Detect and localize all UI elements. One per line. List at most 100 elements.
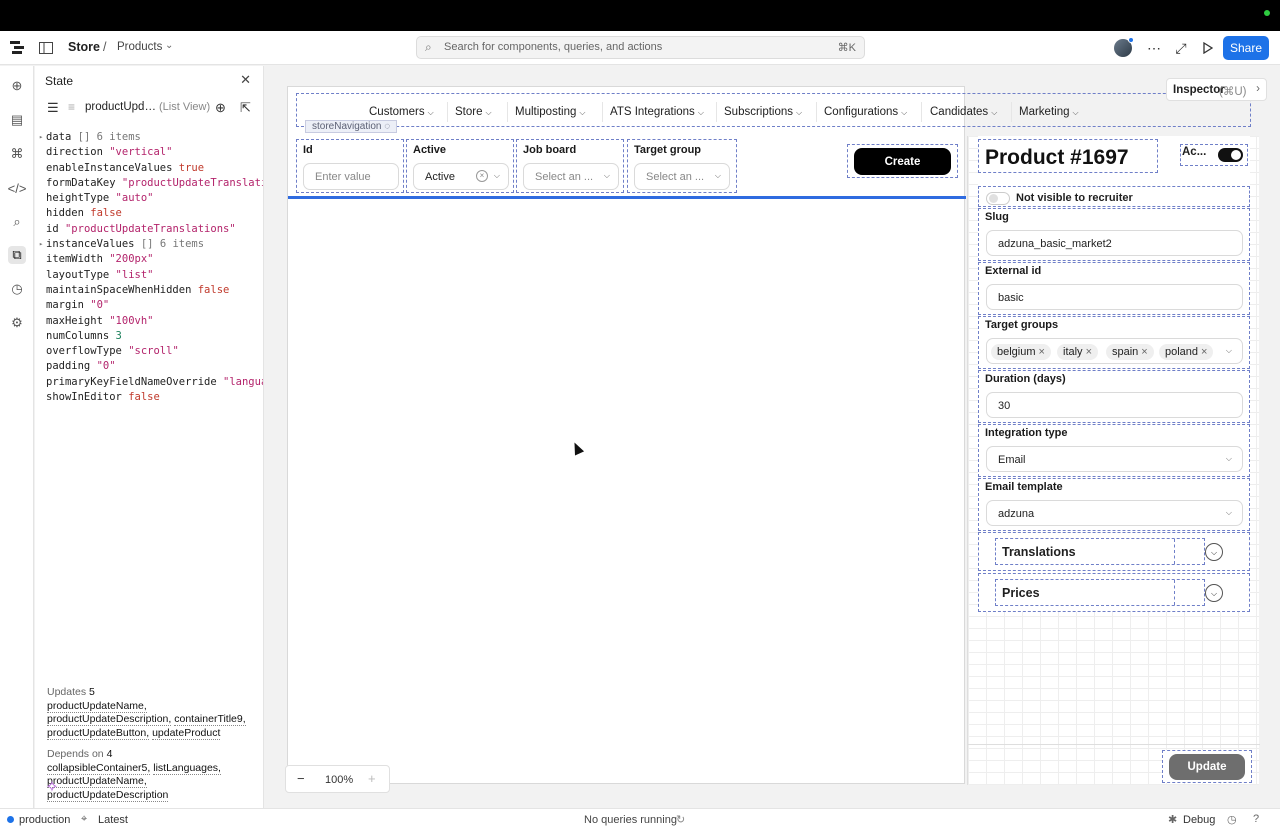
nav-item-candidates[interactable]: Candidates ⌵ <box>930 106 997 118</box>
assistant-icon[interactable]: ✧ <box>41 776 63 798</box>
update-link[interactable]: containerTitle9, <box>174 713 246 726</box>
selected-component[interactable]: productUpd… <box>85 101 156 113</box>
state-property-row[interactable]: formDataKey "productUpdateTranslation… <box>39 176 263 191</box>
tag-chip[interactable]: italy × <box>1057 344 1098 360</box>
state-icon[interactable]: ⧉ <box>8 246 26 264</box>
chevron-down-icon[interactable]: ⌵ <box>1205 543 1223 561</box>
zoom-in-button[interactable]: + <box>368 771 376 786</box>
state-property-row[interactable]: numColumns 3 <box>39 329 263 344</box>
remove-icon[interactable]: × <box>1039 346 1045 358</box>
chevron-down-icon[interactable]: ⌄ <box>165 40 173 51</box>
share-button[interactable]: Share <box>1223 36 1269 60</box>
update-link[interactable]: productUpdateDescription, <box>47 713 172 726</box>
remove-icon[interactable]: × <box>1141 346 1147 358</box>
state-property-row[interactable]: maintainSpaceWhenHidden false <box>39 283 263 298</box>
drag-handle-icon[interactable]: ≡ <box>68 100 75 114</box>
store-navigation[interactable]: Customers ⌵ Store ⌵ Multiposting ⌵ ATS Inte… <box>296 93 1251 133</box>
clear-icon[interactable]: × <box>476 170 488 182</box>
tag-chip[interactable]: spain × <box>1106 344 1154 360</box>
target-group-select[interactable]: Select an ... ⌵ <box>634 163 730 190</box>
id-input[interactable]: Enter value <box>303 163 399 190</box>
visibility-toggle[interactable] <box>986 192 1010 205</box>
remove-icon[interactable]: × <box>1201 346 1207 358</box>
state-property-row[interactable]: direction "vertical" <box>39 145 263 160</box>
help-icon[interactable]: ? <box>1253 813 1259 825</box>
prices-header[interactable]: Prices ⌵ <box>995 579 1223 606</box>
email-template-select[interactable]: adzuna ⌵ <box>986 500 1243 526</box>
expand-icon[interactable]: ⤢ <box>1172 39 1190 57</box>
dependency-link[interactable]: productUpdateDescription <box>47 788 169 802</box>
duration-input[interactable]: 30 <box>986 392 1243 418</box>
state-property-row[interactable]: id "productUpdateTranslations" <box>39 222 263 237</box>
environment-selector[interactable]: production <box>19 814 70 826</box>
state-property-row[interactable]: itemWidth "200px" <box>39 252 263 267</box>
state-property-row[interactable]: margin "0" <box>39 298 263 313</box>
update-button[interactable]: Update <box>1169 754 1245 780</box>
tree-icon[interactable]: ⌘ <box>8 145 26 163</box>
external-id-input[interactable]: basic <box>986 284 1243 310</box>
state-property-row[interactable]: ▸ data [] 6 items <box>39 130 263 145</box>
nav-item-ats-integrations[interactable]: ATS Integrations ⌵ <box>610 106 704 118</box>
search-icon[interactable]: ⌕ <box>8 213 26 231</box>
chevron-down-icon[interactable]: ⌵ <box>1205 584 1223 602</box>
update-link[interactable]: productUpdateName, <box>47 699 147 713</box>
pages-icon[interactable]: ▤ <box>8 111 26 129</box>
update-link[interactable]: productUpdateButton, <box>47 726 150 740</box>
play-icon[interactable] <box>1199 39 1217 57</box>
dependency-link[interactable]: listLanguages, <box>153 761 221 775</box>
state-property-row[interactable]: layoutType "list" <box>39 268 263 283</box>
gear-icon[interactable]: ⚙ <box>8 314 26 332</box>
add-icon[interactable]: ⊕ <box>8 77 26 95</box>
tag-chip[interactable]: poland × <box>1159 344 1214 360</box>
nav-item-configurations[interactable]: Configurations ⌵ <box>824 106 907 118</box>
update-link[interactable]: updateProduct <box>152 726 221 740</box>
nav-item-store[interactable]: Store ⌵ <box>455 106 492 118</box>
inspector-button[interactable]: Inspector (⌘U) › <box>1166 78 1267 101</box>
refresh-icon[interactable]: ↻ <box>676 813 685 826</box>
select-cursor-icon[interactable]: ⇱ <box>240 100 251 116</box>
breadcrumb-separator: / <box>103 40 107 54</box>
active-select[interactable]: Active × ⌵ <box>413 163 509 190</box>
state-property-row[interactable]: overflowType "scroll" <box>39 344 263 359</box>
state-property-row[interactable]: hidden false <box>39 206 263 221</box>
zoom-out-button[interactable]: − <box>297 771 305 786</box>
state-property-row[interactable]: padding "0" <box>39 359 263 374</box>
dependency-link[interactable]: collapsibleContainer5, <box>47 761 151 775</box>
state-property-row[interactable]: maxHeight "100vh" <box>39 314 263 329</box>
avatar[interactable] <box>1114 37 1134 57</box>
history-icon[interactable]: ◷ <box>1227 813 1237 826</box>
translations-header[interactable]: Translations ⌵ <box>995 538 1223 565</box>
more-icon[interactable]: ⋯ <box>1145 39 1163 57</box>
state-property-row[interactable]: enableInstanceValues true <box>39 161 263 176</box>
search-input[interactable]: ⌕ Search for components, queries, and ac… <box>416 36 865 59</box>
layout-toggle-icon[interactable] <box>37 39 55 57</box>
job-board-select[interactable]: Select an ... ⌵ <box>523 163 619 190</box>
nav-item-marketing[interactable]: Marketing ⌵ <box>1019 106 1079 118</box>
state-property-row[interactable]: ▸ instanceValues [] 6 items <box>39 237 263 252</box>
history-icon[interactable]: ◷ <box>8 280 26 298</box>
expand-triangle-icon[interactable]: ▸ <box>39 237 43 252</box>
state-property-row[interactable]: showInEditor false <box>39 390 263 405</box>
debug-button[interactable]: Debug <box>1183 814 1215 826</box>
target-icon[interactable]: ⊕ <box>215 100 226 116</box>
remove-icon[interactable]: × <box>1086 346 1092 358</box>
nav-item-subscriptions[interactable]: Subscriptions ⌵ <box>724 106 802 118</box>
active-toggle[interactable] <box>1218 148 1243 162</box>
menu-icon[interactable]: ☰ <box>47 100 59 116</box>
breadcrumb-page[interactable]: Products <box>117 41 162 53</box>
create-button[interactable]: Create <box>854 148 951 175</box>
expand-triangle-icon[interactable]: ▸ <box>39 130 43 145</box>
breadcrumb-app[interactable]: Store <box>68 40 100 54</box>
tag-chip[interactable]: belgium × <box>991 344 1051 360</box>
close-icon[interactable]: ✕ <box>240 72 251 88</box>
app-logo-icon[interactable] <box>9 39 27 57</box>
nav-item-multiposting[interactable]: Multiposting ⌵ <box>515 106 585 118</box>
integration-type-select[interactable]: Email ⌵ <box>986 446 1243 472</box>
slug-input[interactable]: adzuna_basic_market2 <box>986 230 1243 256</box>
code-icon[interactable]: </> <box>8 179 27 197</box>
nav-item-customers[interactable]: Customers ⌵ <box>369 106 434 118</box>
release-selector[interactable]: Latest <box>98 814 128 826</box>
target-groups-multiselect[interactable]: belgium × italy × spain × poland × ⌵ <box>986 338 1243 364</box>
state-property-row[interactable]: primaryKeyFieldNameOverride "language" <box>39 375 263 390</box>
state-property-row[interactable]: heightType "auto" <box>39 191 263 206</box>
